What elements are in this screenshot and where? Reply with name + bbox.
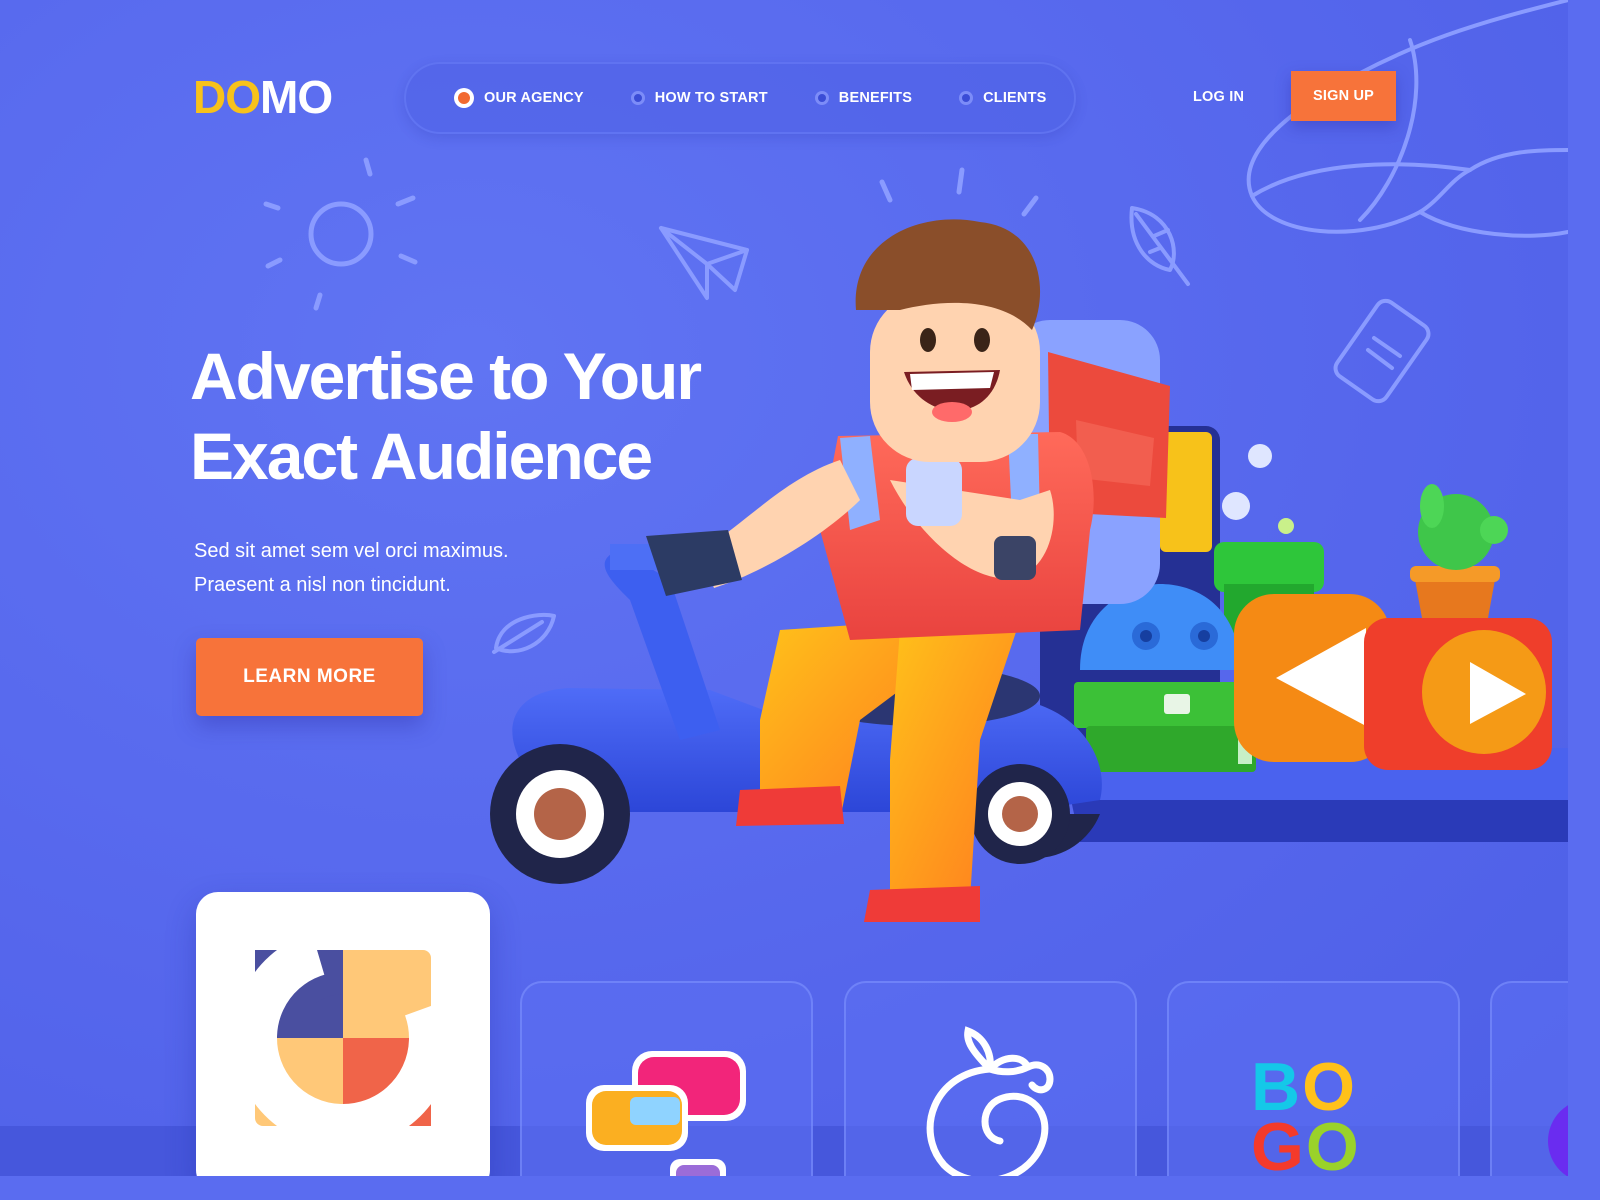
nav-item-benefits[interactable]: BENEFITS xyxy=(817,90,913,106)
bogo-letter: G xyxy=(1251,1109,1306,1176)
quarter-circle-logo-icon xyxy=(233,928,453,1148)
sun-doodle-icon xyxy=(263,157,418,311)
brand-card-bogo[interactable]: BO GO xyxy=(1167,981,1460,1176)
cactus-plant-shape xyxy=(1410,484,1508,618)
nav-item-how-to-start[interactable]: HOW TO START xyxy=(633,90,768,106)
green-boxes-shape xyxy=(1074,682,1260,772)
chat-bubbles-logo-icon xyxy=(586,1051,746,1176)
nav-active-dot-icon xyxy=(458,92,470,104)
bogo-logo: BO GO xyxy=(1251,1053,1361,1176)
nav-item-label: BENEFITS xyxy=(838,90,913,106)
nav-item-clients[interactable]: CLIENTS xyxy=(962,90,1046,106)
signup-button[interactable]: SIGN UP xyxy=(1291,71,1396,121)
bubble-shape xyxy=(1248,444,1272,468)
bubble-shape xyxy=(1278,518,1294,534)
brand-card-chat[interactable] xyxy=(520,981,813,1176)
logo-part-mo: MO xyxy=(260,71,333,123)
hero-illustration xyxy=(490,219,1568,922)
watch-shape xyxy=(994,536,1036,580)
login-link[interactable]: LOG IN xyxy=(1193,89,1244,105)
play-icon xyxy=(1364,618,1552,770)
learn-more-button[interactable]: LEARN MORE xyxy=(196,638,423,716)
logo-part-do: DO xyxy=(193,71,261,123)
nav-item-label: OUR AGENCY xyxy=(484,90,584,106)
character-head-shape xyxy=(855,219,1041,462)
featured-logo-card[interactable] xyxy=(196,892,490,1176)
nav-item-our-agency[interactable]: OUR AGENCY xyxy=(456,90,584,106)
bubble-shape xyxy=(1222,492,1250,520)
purple-circle-logo-icon xyxy=(1548,1105,1568,1176)
landing-page: DOMO OUR AGENCY HOW TO START BENEFITS CL… xyxy=(0,0,1568,1176)
brand-card-fruit[interactable] xyxy=(844,981,1137,1176)
brand-logo[interactable]: DOMO xyxy=(193,71,333,123)
nav-dot-icon xyxy=(633,94,642,102)
nav-item-label: CLIENTS xyxy=(983,90,1047,106)
nav-dot-icon xyxy=(817,94,826,102)
fruit-spiral-logo-icon xyxy=(926,1026,1054,1176)
brand-card-partial[interactable] xyxy=(1490,981,1568,1176)
phone-shape xyxy=(906,458,962,526)
nav-item-label: HOW TO START xyxy=(654,90,768,106)
bogo-letter: O xyxy=(1305,1109,1361,1176)
main-nav: OUR AGENCY HOW TO START BENEFITS CLIENTS xyxy=(404,62,1076,134)
nav-dot-icon xyxy=(962,94,971,102)
